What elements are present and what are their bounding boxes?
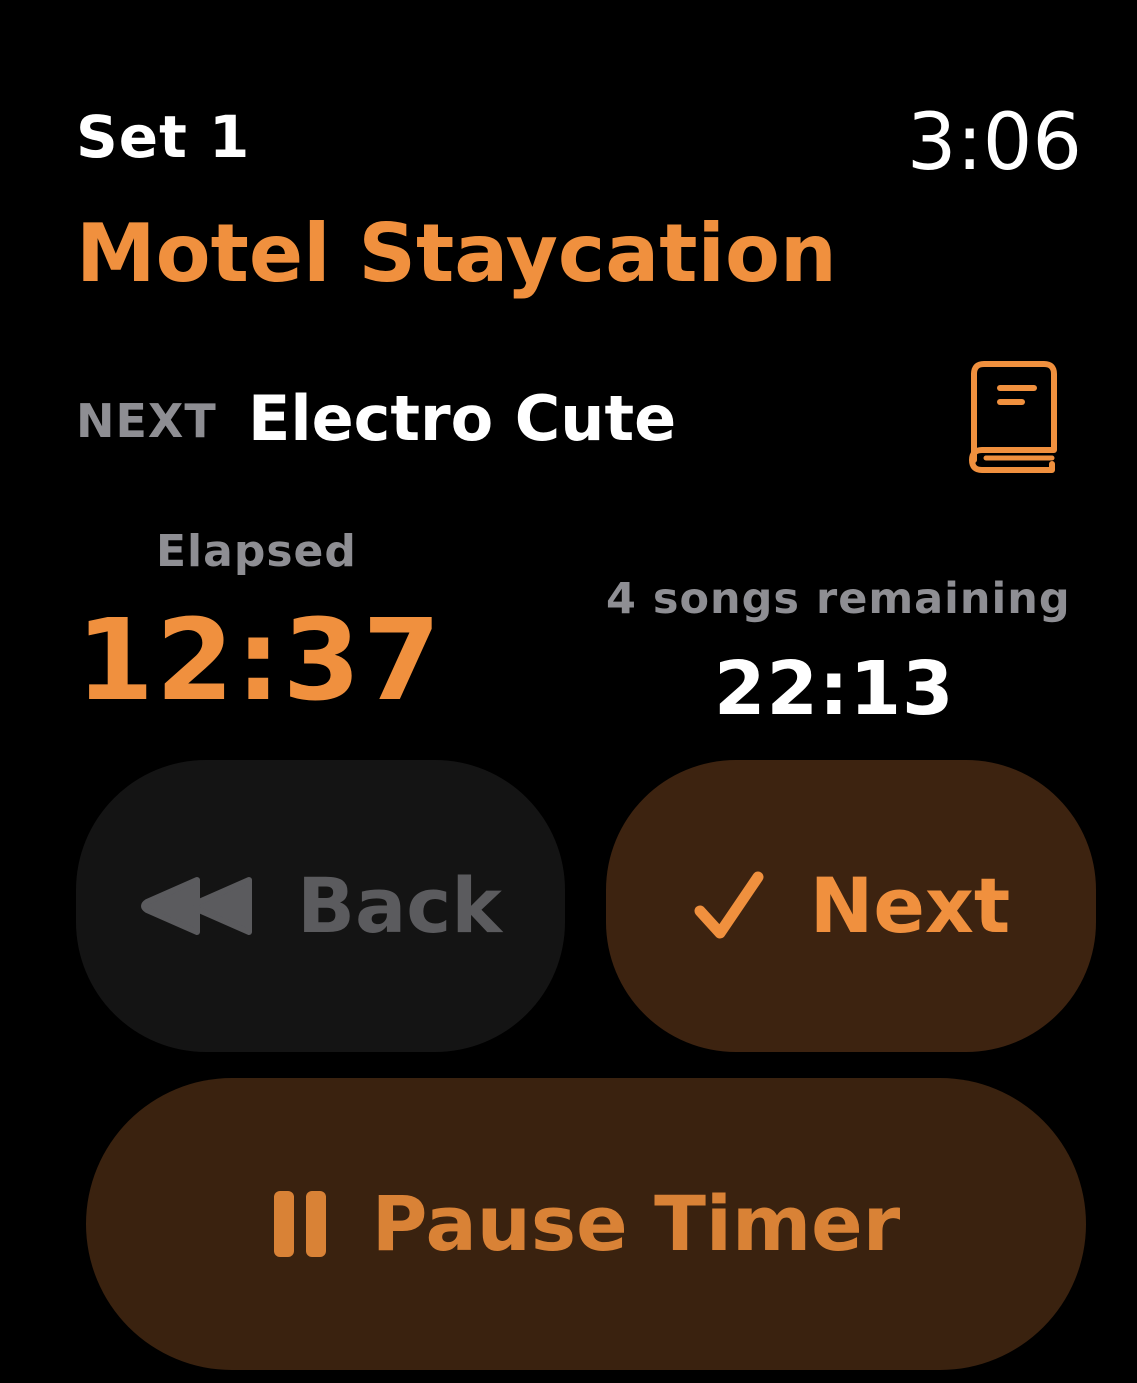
next-button[interactable]: Next: [606, 760, 1096, 1052]
back-label: Back: [297, 861, 502, 950]
back-button[interactable]: Back: [76, 760, 565, 1052]
next-label: Next: [809, 861, 1011, 950]
pause-icon: [272, 1189, 328, 1259]
pause-label: Pause Timer: [371, 1179, 901, 1268]
elapsed-time: 12:37: [76, 596, 443, 726]
next-song-title: Electro Cute: [248, 382, 677, 455]
current-song-title: Motel Staycation: [76, 207, 837, 300]
remaining-time: 22:13: [714, 646, 955, 732]
lyrics-book-button[interactable]: [960, 358, 1062, 476]
checkmark-icon: [692, 871, 766, 941]
next-caption: NEXT: [76, 394, 217, 448]
clock: 3:06: [906, 98, 1082, 188]
elapsed-caption: Elapsed: [156, 526, 357, 577]
remaining-caption: 4 songs remaining: [606, 574, 1071, 624]
set-label: Set 1: [76, 103, 251, 171]
pause-timer-button[interactable]: Pause Timer: [86, 1078, 1086, 1370]
book-icon: [969, 361, 1057, 473]
rewind-icon: [139, 874, 255, 938]
